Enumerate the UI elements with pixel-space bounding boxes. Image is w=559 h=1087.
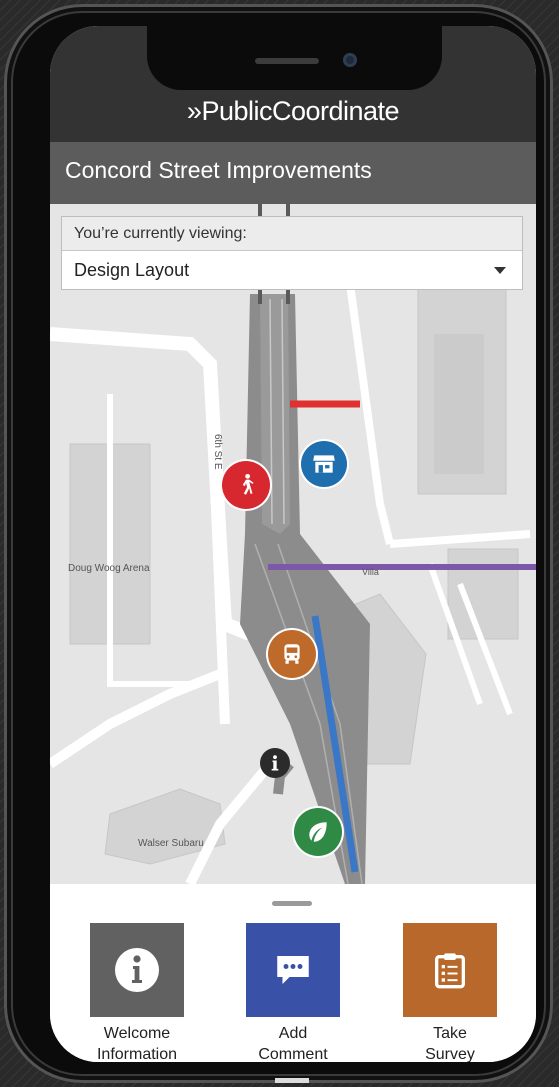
welcome-info-tile xyxy=(90,923,184,1017)
villa-label: Villa xyxy=(362,567,379,577)
caret-down-icon xyxy=(494,267,506,274)
take-survey-tile xyxy=(403,923,497,1017)
project-title-bar: Concord Street Improvements xyxy=(50,142,536,204)
add-comment-tile xyxy=(246,923,340,1017)
green-marker[interactable] xyxy=(294,808,342,856)
layout-dropdown-value: Design Layout xyxy=(74,260,190,280)
phone-frame: »PublicCoordinate Concord Street Improve… xyxy=(4,4,553,1083)
info-marker[interactable] xyxy=(260,748,290,778)
walking-person-icon xyxy=(242,473,254,495)
street-label: 6th St E xyxy=(212,434,223,470)
transit-marker[interactable] xyxy=(268,630,316,678)
arena-label: Doug Woog Arena xyxy=(68,563,150,574)
map-canvas[interactable]: 6th St E Doug Woog Arena Walser Subaru V… xyxy=(50,204,536,884)
storefront-icon xyxy=(313,455,335,473)
app-logo: »PublicCoordinate xyxy=(186,96,400,126)
front-camera xyxy=(343,53,357,67)
bus-icon xyxy=(284,644,300,664)
drawer-handle[interactable] xyxy=(272,901,312,906)
bottom-action-panel: Welcome Information Add Comment Take Sur… xyxy=(50,884,536,1062)
take-survey-label: Take Survey xyxy=(425,1025,475,1062)
info-icon xyxy=(271,755,279,771)
home-indicator xyxy=(275,1078,309,1083)
welcome-info-button[interactable]: Welcome Information xyxy=(82,923,192,1062)
storefront-marker[interactable] xyxy=(301,441,347,487)
add-comment-label: Add Comment xyxy=(258,1025,328,1062)
take-survey-button[interactable]: Take Survey xyxy=(395,923,505,1062)
speaker-grille xyxy=(255,58,319,64)
clipboard-icon xyxy=(435,953,465,989)
pedestrian-marker[interactable] xyxy=(222,461,270,509)
view-selector: You’re currently viewing: Design Layout xyxy=(61,216,523,290)
dealer-label: Walser Subaru xyxy=(138,838,204,849)
phone-screen: »PublicCoordinate Concord Street Improve… xyxy=(50,26,536,1062)
phone-notch xyxy=(147,26,442,90)
project-map[interactable]: 6th St E Doug Woog Arena Walser Subaru V… xyxy=(50,204,536,884)
add-comment-button[interactable]: Add Comment xyxy=(238,923,348,1062)
layout-dropdown[interactable]: Design Layout xyxy=(62,251,522,289)
welcome-info-label: Welcome Information xyxy=(96,1025,178,1062)
comment-icon xyxy=(277,956,309,984)
view-selector-label: You’re currently viewing: xyxy=(62,217,522,251)
page-title: Concord Street Improvements xyxy=(65,157,372,183)
info-icon xyxy=(115,948,159,992)
leaf-icon xyxy=(309,822,327,842)
